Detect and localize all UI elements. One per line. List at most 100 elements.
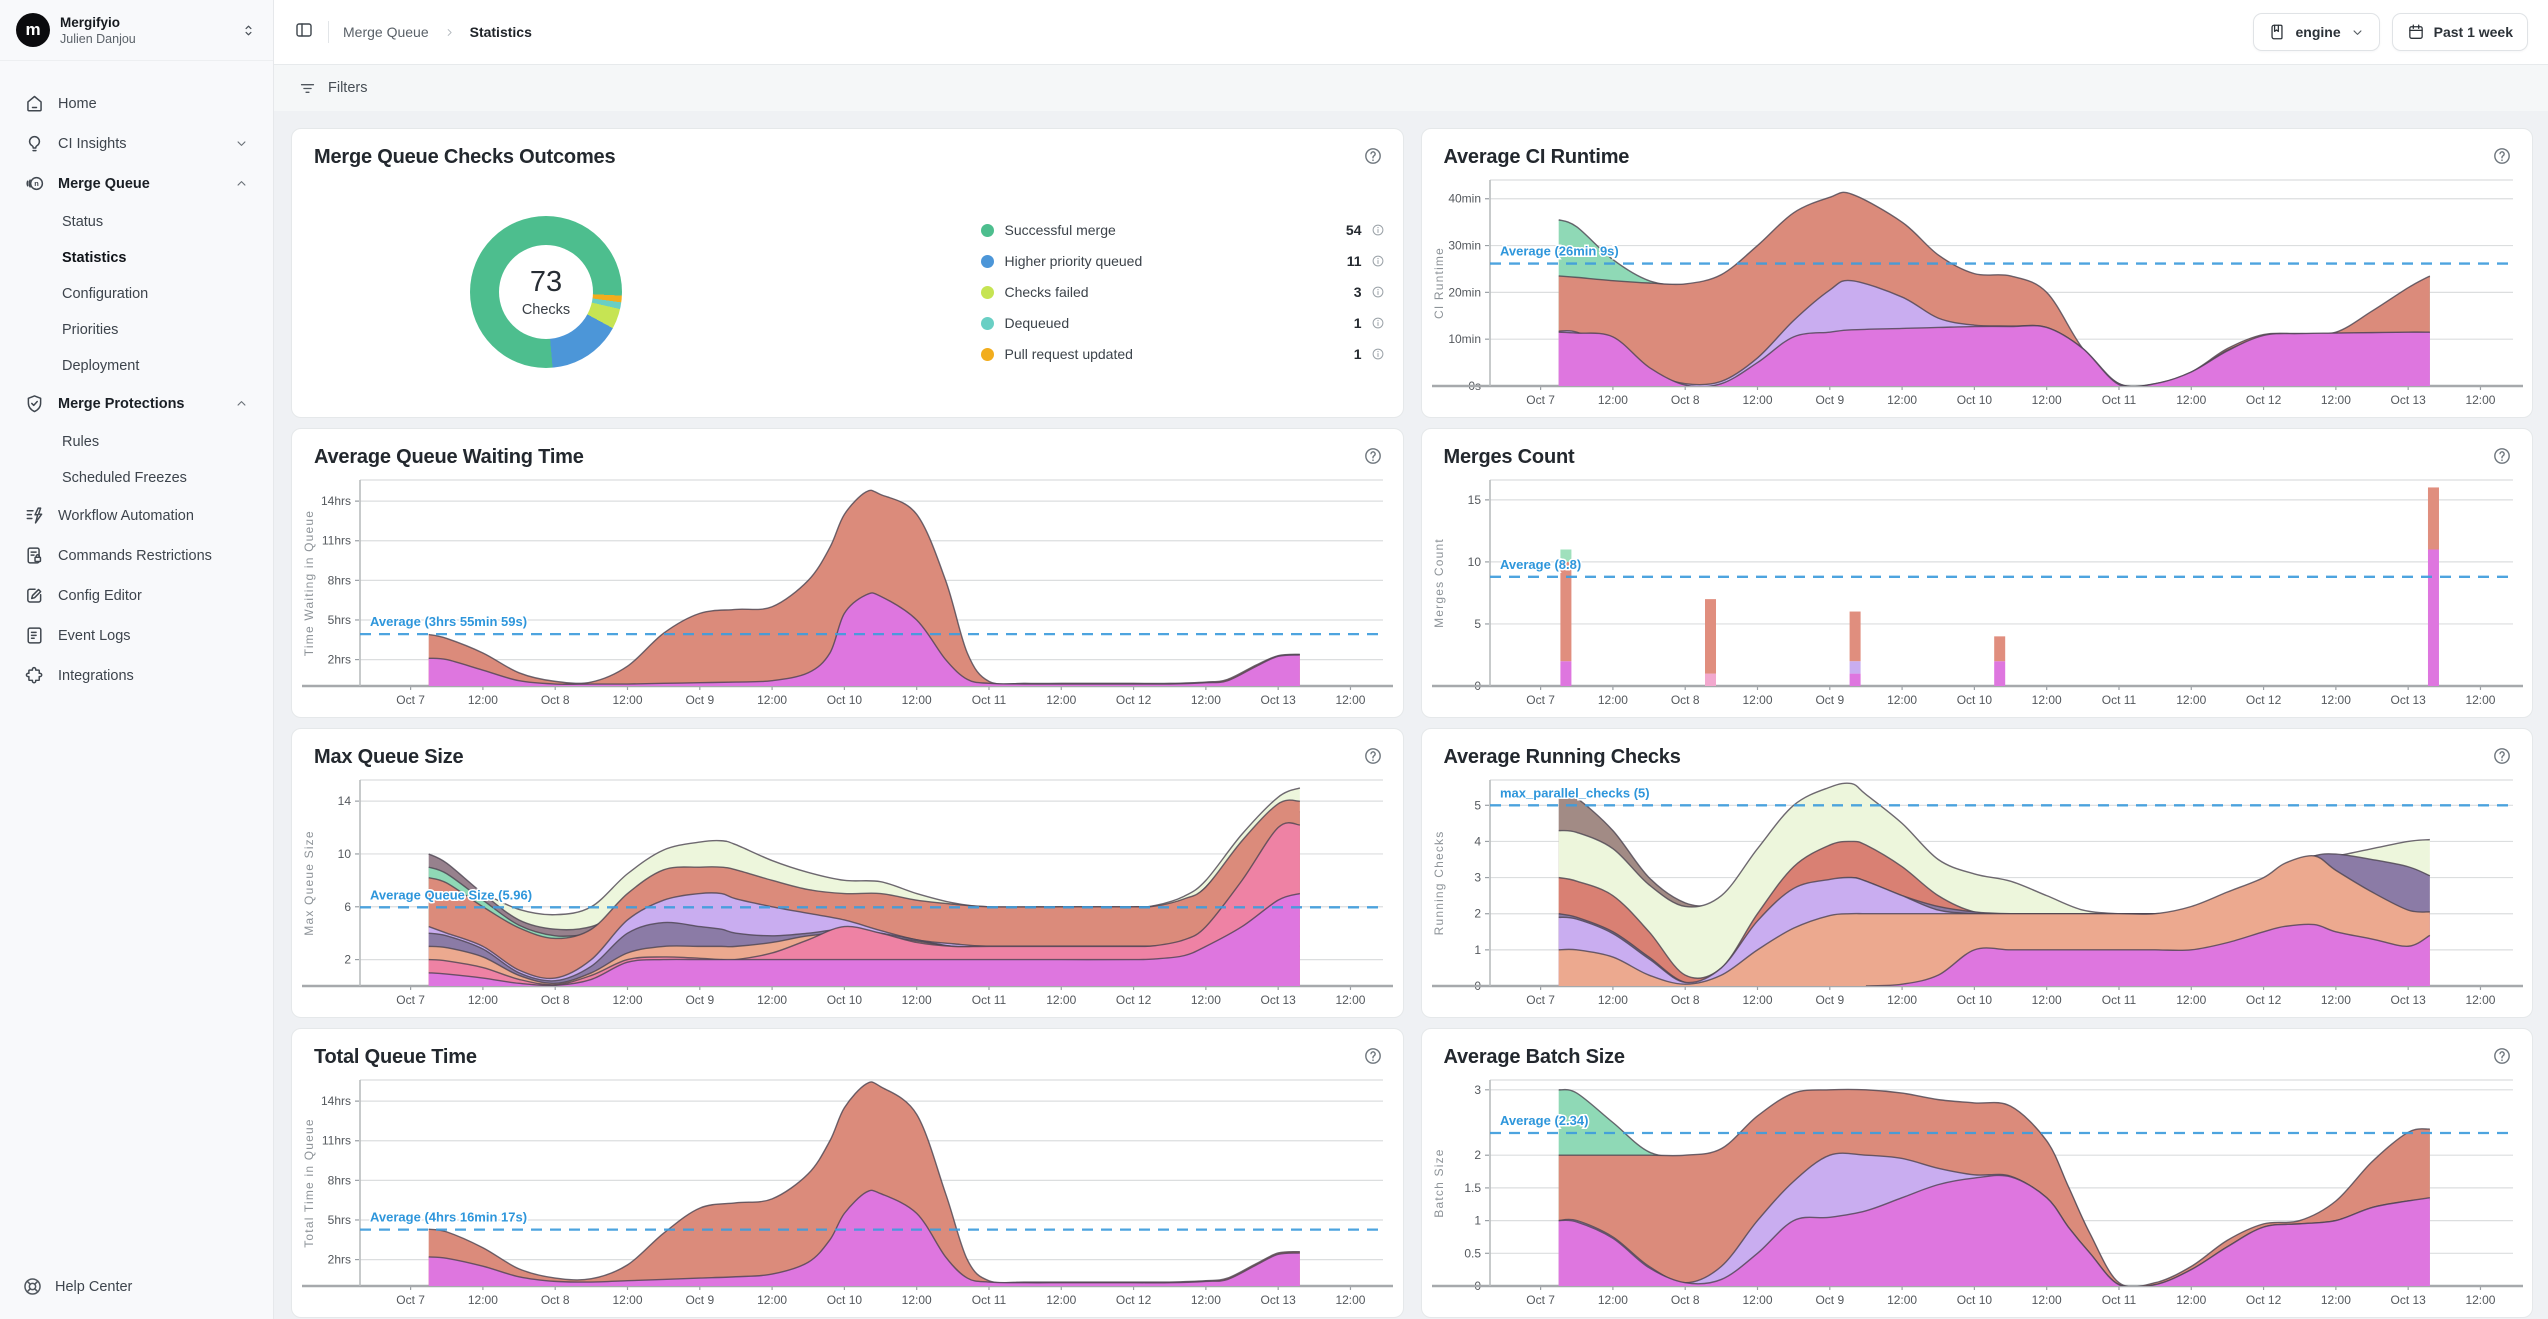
question-icon[interactable] <box>2492 1046 2512 1066</box>
question-icon[interactable] <box>1363 146 1383 166</box>
merges-count-chart[interactable]: 051015Oct 712:00Oct 812:00Oct 912:00Oct … <box>1428 471 2527 718</box>
svg-text:12:00: 12:00 <box>2031 1293 2061 1307</box>
sidebar-item-deployment[interactable]: Deployment <box>14 349 259 383</box>
average-running-checks-svg: 012345Oct 712:00Oct 812:00Oct 912:00Oct … <box>1428 771 2527 1013</box>
sidebar-item-statistics[interactable]: Statistics <box>14 241 259 275</box>
sidebar-item-priorities[interactable]: Priorities <box>14 313 259 347</box>
card-total-queue-time: Total Queue Time 2hrs5hrs8hrs11hrs14hrsO… <box>291 1028 1404 1318</box>
merges-count-bar-segment <box>1705 599 1716 673</box>
legend-item-successful-merge[interactable]: Successful merge54 <box>981 222 1385 238</box>
sidebar-item-label: Event Logs <box>58 628 131 644</box>
legend-dot <box>981 348 994 361</box>
sidebar-item-integrations[interactable]: Integrations <box>14 657 259 694</box>
commands-icon <box>24 545 45 566</box>
svg-text:5: 5 <box>1474 617 1481 631</box>
svg-text:8hrs: 8hrs <box>328 573 351 587</box>
total-queue-time-chart[interactable]: 2hrs5hrs8hrs11hrs14hrsOct 712:00Oct 812:… <box>298 1071 1397 1318</box>
svg-text:12:00: 12:00 <box>2465 693 2495 707</box>
help-center-link[interactable]: Help Center <box>22 1276 132 1297</box>
svg-text:2: 2 <box>344 953 351 967</box>
sidebar-item-home[interactable]: Home <box>14 85 259 122</box>
question-icon[interactable] <box>1363 1046 1383 1066</box>
checks-outcomes-donut[interactable]: 73Checks <box>470 216 622 368</box>
max-queue-size-chart[interactable]: 261014Oct 712:00Oct 812:00Oct 912:00Oct … <box>298 771 1397 1018</box>
breadcrumb-section[interactable]: Merge Queue <box>343 24 429 40</box>
svg-text:Oct 10: Oct 10 <box>1956 993 1992 1007</box>
average-queue-waiting-time-average-label: Average (3hrs 55min 59s) <box>370 614 527 629</box>
legend-item-checks-failed[interactable]: Checks failed3 <box>981 284 1385 300</box>
org-switcher[interactable]: m Mergifyio Julien Danjou <box>0 0 273 61</box>
repository-select[interactable]: engine <box>2253 13 2379 51</box>
legend-item-higher-priority-queued[interactable]: Higher priority queued11 <box>981 253 1385 269</box>
sidebar-item-ci-insights[interactable]: CI Insights <box>14 125 259 162</box>
svg-text:Oct 13: Oct 13 <box>2390 993 2426 1007</box>
merges-count-bar-segment <box>2427 549 2438 686</box>
svg-text:14hrs: 14hrs <box>321 1094 351 1108</box>
legend-dot <box>981 317 994 330</box>
info-icon[interactable] <box>1371 316 1385 330</box>
svg-text:12:00: 12:00 <box>1742 993 1772 1007</box>
average-ci-runtime-chart[interactable]: 0s10min20min30min40minOct 712:00Oct 812:… <box>1428 171 2527 418</box>
question-icon[interactable] <box>2492 446 2512 466</box>
chevron-up-icon <box>234 396 249 411</box>
average-ci-runtime-y-axis-label: CI Runtime <box>1432 247 1446 319</box>
info-icon[interactable] <box>1371 223 1385 237</box>
average-queue-waiting-time-chart[interactable]: 2hrs5hrs8hrs11hrs14hrsOct 712:00Oct 812:… <box>298 471 1397 718</box>
bulb-icon <box>24 133 45 154</box>
filters-button[interactable]: Filters <box>298 79 367 98</box>
legend-item-dequeued[interactable]: Dequeued1 <box>981 315 1385 331</box>
svg-text:12:00: 12:00 <box>757 993 787 1007</box>
sidebar-item-rules[interactable]: Rules <box>14 425 259 459</box>
question-icon[interactable] <box>2492 746 2512 766</box>
sidebar-item-merge-protections[interactable]: Merge Protections <box>14 385 259 422</box>
svg-text:8hrs: 8hrs <box>328 1173 351 1187</box>
info-icon[interactable] <box>1371 285 1385 299</box>
legend-item-pull-request-updated[interactable]: Pull request updated1 <box>981 346 1385 362</box>
chevron-right-icon <box>443 26 456 39</box>
question-icon[interactable] <box>2492 146 2512 166</box>
svg-text:Oct 8: Oct 8 <box>541 993 570 1007</box>
time-range-button[interactable]: Past 1 week <box>2392 13 2528 51</box>
svg-text:10: 10 <box>338 847 352 861</box>
sidebar-item-workflow-automation[interactable]: Workflow Automation <box>14 497 259 534</box>
time-range-label: Past 1 week <box>2434 24 2513 40</box>
legend-value: 1 <box>1354 346 1362 362</box>
svg-text:11hrs: 11hrs <box>322 534 351 548</box>
sidebar-item-event-logs[interactable]: Event Logs <box>14 617 259 654</box>
svg-text:12:00: 12:00 <box>1597 1293 1627 1307</box>
svg-text:5hrs: 5hrs <box>328 613 351 627</box>
merge-queue-checks-outcomes-chart[interactable]: 73Checks Successful merge54 Higher priorit… <box>298 171 1397 413</box>
question-icon[interactable] <box>1363 746 1383 766</box>
svg-text:Oct 7: Oct 7 <box>1526 993 1555 1007</box>
sidebar-toggle-button[interactable] <box>294 20 314 45</box>
sidebar-item-scheduled-freezes[interactable]: Scheduled Freezes <box>14 461 259 495</box>
svg-text:Oct 9: Oct 9 <box>1815 1293 1844 1307</box>
puzzle-icon <box>24 665 45 686</box>
average-batch-size-chart[interactable]: 00.511.523Oct 712:00Oct 812:00Oct 912:00… <box>1428 1071 2527 1318</box>
svg-text:12:00: 12:00 <box>2465 993 2495 1007</box>
info-icon[interactable] <box>1371 254 1385 268</box>
card-title: Merge Queue Checks Outcomes <box>314 146 615 169</box>
question-icon[interactable] <box>1363 446 1383 466</box>
sidebar: m Mergifyio Julien Danjou Home CI Insight… <box>0 0 274 1319</box>
svg-text:Oct 10: Oct 10 <box>827 993 863 1007</box>
svg-text:Oct 11: Oct 11 <box>972 693 1007 707</box>
sidebar-item-configuration[interactable]: Configuration <box>14 277 259 311</box>
svg-text:12:00: 12:00 <box>2031 993 2061 1007</box>
mergify-logo: m <box>16 13 50 47</box>
info-icon[interactable] <box>1371 347 1385 361</box>
sidebar-item-status[interactable]: Status <box>14 205 259 239</box>
repository-select-label: engine <box>2295 24 2340 40</box>
total-queue-time-series-magenta <box>429 1190 1300 1286</box>
repo-book-icon <box>2268 23 2286 41</box>
legend-value: 54 <box>1346 222 1362 238</box>
sidebar-item-config-editor[interactable]: Config Editor <box>14 577 259 614</box>
sidebar-item-merge-queue[interactable]: nMerge Queue <box>14 165 259 202</box>
svg-text:12:00: 12:00 <box>1046 693 1076 707</box>
merges-count-bar-segment <box>1849 661 1860 673</box>
average-running-checks-chart[interactable]: 012345Oct 712:00Oct 812:00Oct 912:00Oct … <box>1428 771 2527 1018</box>
donut-total-label: Checks <box>522 302 570 318</box>
sidebar-item-label: Home <box>58 96 97 112</box>
svg-text:Oct 10: Oct 10 <box>1956 693 1992 707</box>
sidebar-item-commands-restrictions[interactable]: Commands Restrictions <box>14 537 259 574</box>
